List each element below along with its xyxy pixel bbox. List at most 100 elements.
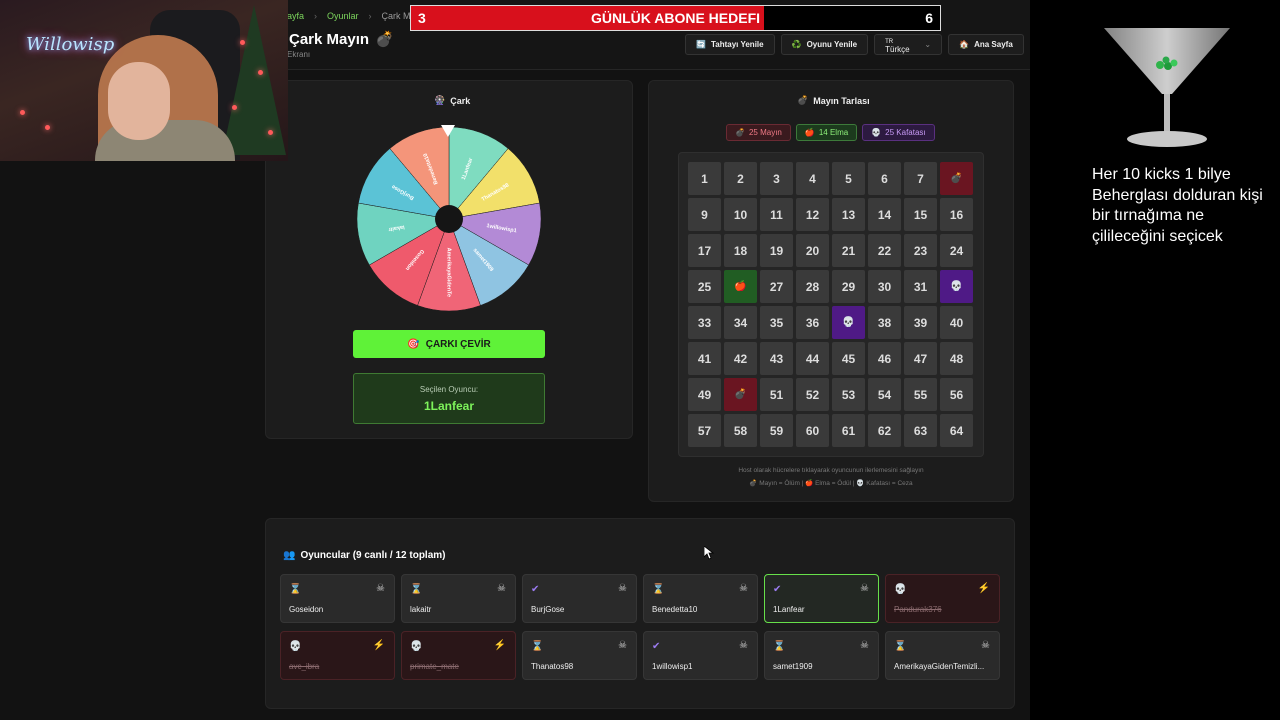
mine-cell[interactable]: 38 xyxy=(868,306,901,339)
mine-cell[interactable]: 15 xyxy=(904,198,937,231)
mine-cell[interactable]: 58 xyxy=(724,414,757,447)
kill-crossbones-icon[interactable]: ☠ xyxy=(618,640,627,651)
revealed-mine-cell[interactable]: 💣 xyxy=(724,378,757,411)
mine-cell[interactable]: 57 xyxy=(688,414,721,447)
player-card[interactable]: ⌛ ☠ Benedetta10 xyxy=(643,574,758,623)
player-card[interactable]: 💀 ⚡ primate_mate xyxy=(401,631,516,680)
kill-crossbones-icon[interactable]: ☠ xyxy=(739,583,748,594)
mine-cell[interactable]: 51 xyxy=(760,378,793,411)
revealed-apple-cell[interactable]: 🍎 xyxy=(724,270,757,303)
mine-cell[interactable]: 21 xyxy=(832,234,865,267)
revealed-skull-cell[interactable]: 💀 xyxy=(940,270,973,303)
mine-cell[interactable]: 22 xyxy=(868,234,901,267)
player-card[interactable]: ✔ ☠ 1willowisp1 xyxy=(643,631,758,680)
mine-cell[interactable]: 6 xyxy=(868,162,901,195)
mine-cell[interactable]: 31 xyxy=(904,270,937,303)
mine-cell[interactable]: 40 xyxy=(940,306,973,339)
breadcrumb-home[interactable]: ayfa xyxy=(287,11,304,21)
mine-cell[interactable]: 52 xyxy=(796,378,829,411)
revive-bolt-icon[interactable]: ⚡ xyxy=(373,640,385,651)
mine-cell[interactable]: 2 xyxy=(724,162,757,195)
mine-cell[interactable]: 44 xyxy=(796,342,829,375)
mine-cell[interactable]: 60 xyxy=(796,414,829,447)
revive-bolt-icon[interactable]: ⚡ xyxy=(494,640,506,651)
mine-cell[interactable]: 36 xyxy=(796,306,829,339)
mine-cell[interactable]: 24 xyxy=(940,234,973,267)
mine-cell[interactable]: 7 xyxy=(904,162,937,195)
kill-crossbones-icon[interactable]: ☠ xyxy=(497,583,506,594)
mine-cell[interactable]: 12 xyxy=(796,198,829,231)
player-card[interactable]: ⌛ ☠ AmerikayaGidenTemizli... xyxy=(885,631,1000,680)
mine-cell[interactable]: 18 xyxy=(724,234,757,267)
mine-cell[interactable]: 35 xyxy=(760,306,793,339)
player-card[interactable]: 💀 ⚡ avc_ibra xyxy=(280,631,395,680)
mine-cell[interactable]: 33 xyxy=(688,306,721,339)
prize-wheel[interactable]: 1LanfearThanatos981willowisp1samet1909Am… xyxy=(357,127,541,311)
player-card[interactable]: ✔ ☠ BurjGose xyxy=(522,574,637,623)
kill-crossbones-icon[interactable]: ☠ xyxy=(618,583,627,594)
home-button[interactable]: 🏠 Ana Sayfa xyxy=(948,34,1024,55)
mine-cell[interactable]: 3 xyxy=(760,162,793,195)
mine-cell[interactable]: 1 xyxy=(688,162,721,195)
kill-crossbones-icon[interactable]: ☠ xyxy=(981,640,990,651)
mine-cell[interactable]: 5 xyxy=(832,162,865,195)
mine-cell[interactable]: 25 xyxy=(688,270,721,303)
mine-cell[interactable]: 62 xyxy=(868,414,901,447)
mine-cell[interactable]: 63 xyxy=(904,414,937,447)
mine-cell[interactable]: 30 xyxy=(868,270,901,303)
mine-cell[interactable]: 49 xyxy=(688,378,721,411)
revealed-mine-cell[interactable]: 💣 xyxy=(940,162,973,195)
mine-cell[interactable]: 53 xyxy=(832,378,865,411)
player-card[interactable]: ⌛ ☠ samet1909 xyxy=(764,631,879,680)
mine-cell[interactable]: 10 xyxy=(724,198,757,231)
revealed-skull-cell[interactable]: 💀 xyxy=(832,306,865,339)
mine-cell[interactable]: 4 xyxy=(796,162,829,195)
mine-cell[interactable]: 59 xyxy=(760,414,793,447)
page-subtitle: Ekranı xyxy=(287,50,311,59)
kill-crossbones-icon[interactable]: ☠ xyxy=(739,640,748,651)
mine-cell[interactable]: 29 xyxy=(832,270,865,303)
player-card[interactable]: ⌛ ☠ lakaitr xyxy=(401,574,516,623)
mine-cell[interactable]: 11 xyxy=(760,198,793,231)
mine-cell[interactable]: 17 xyxy=(688,234,721,267)
player-name: Benedetta10 xyxy=(652,605,698,614)
mine-cell[interactable]: 19 xyxy=(760,234,793,267)
refresh-game-button[interactable]: ♻️ Oyunu Yenile xyxy=(780,34,869,55)
mine-cell[interactable]: 55 xyxy=(904,378,937,411)
cell-number: 59 xyxy=(769,423,784,438)
kill-crossbones-icon[interactable]: ☠ xyxy=(860,583,869,594)
refresh-board-button[interactable]: 🔄 Tahtayı Yenile xyxy=(685,34,775,55)
mine-cell[interactable]: 42 xyxy=(724,342,757,375)
revive-bolt-icon[interactable]: ⚡ xyxy=(978,583,990,594)
mine-cell[interactable]: 14 xyxy=(868,198,901,231)
mine-cell[interactable]: 27 xyxy=(760,270,793,303)
mine-cell[interactable]: 16 xyxy=(940,198,973,231)
mine-cell[interactable]: 45 xyxy=(832,342,865,375)
mine-cell[interactable]: 28 xyxy=(796,270,829,303)
player-card[interactable]: 💀 ⚡ Pandurak376 xyxy=(885,574,1000,623)
mine-cell[interactable]: 64 xyxy=(940,414,973,447)
language-select[interactable]: TR Türkçe ⌄ xyxy=(874,34,943,55)
mine-cell[interactable]: 23 xyxy=(904,234,937,267)
mine-cell[interactable]: 61 xyxy=(832,414,865,447)
mine-cell[interactable]: 54 xyxy=(868,378,901,411)
mine-cell[interactable]: 39 xyxy=(904,306,937,339)
mine-cell[interactable]: 20 xyxy=(796,234,829,267)
player-card[interactable]: ⌛ ☠ Thanatos98 xyxy=(522,631,637,680)
kill-crossbones-icon[interactable]: ☠ xyxy=(860,640,869,651)
cell-number: 40 xyxy=(949,315,964,330)
mine-cell[interactable]: 46 xyxy=(868,342,901,375)
mine-cell[interactable]: 48 xyxy=(940,342,973,375)
breadcrumb-games[interactable]: Oyunlar xyxy=(327,11,359,21)
mine-cell[interactable]: 56 xyxy=(940,378,973,411)
mine-cell[interactable]: 9 xyxy=(688,198,721,231)
mine-cell[interactable]: 41 xyxy=(688,342,721,375)
player-card[interactable]: ✔ ☠ 1Lanfear xyxy=(764,574,879,623)
mine-cell[interactable]: 34 xyxy=(724,306,757,339)
mine-cell[interactable]: 13 xyxy=(832,198,865,231)
mine-cell[interactable]: 43 xyxy=(760,342,793,375)
spin-wheel-button[interactable]: 🎯 ÇARKI ÇEVİR xyxy=(353,330,545,358)
mine-cell[interactable]: 47 xyxy=(904,342,937,375)
kill-crossbones-icon[interactable]: ☠ xyxy=(376,583,385,594)
player-card[interactable]: ⌛ ☠ Goseidon xyxy=(280,574,395,623)
